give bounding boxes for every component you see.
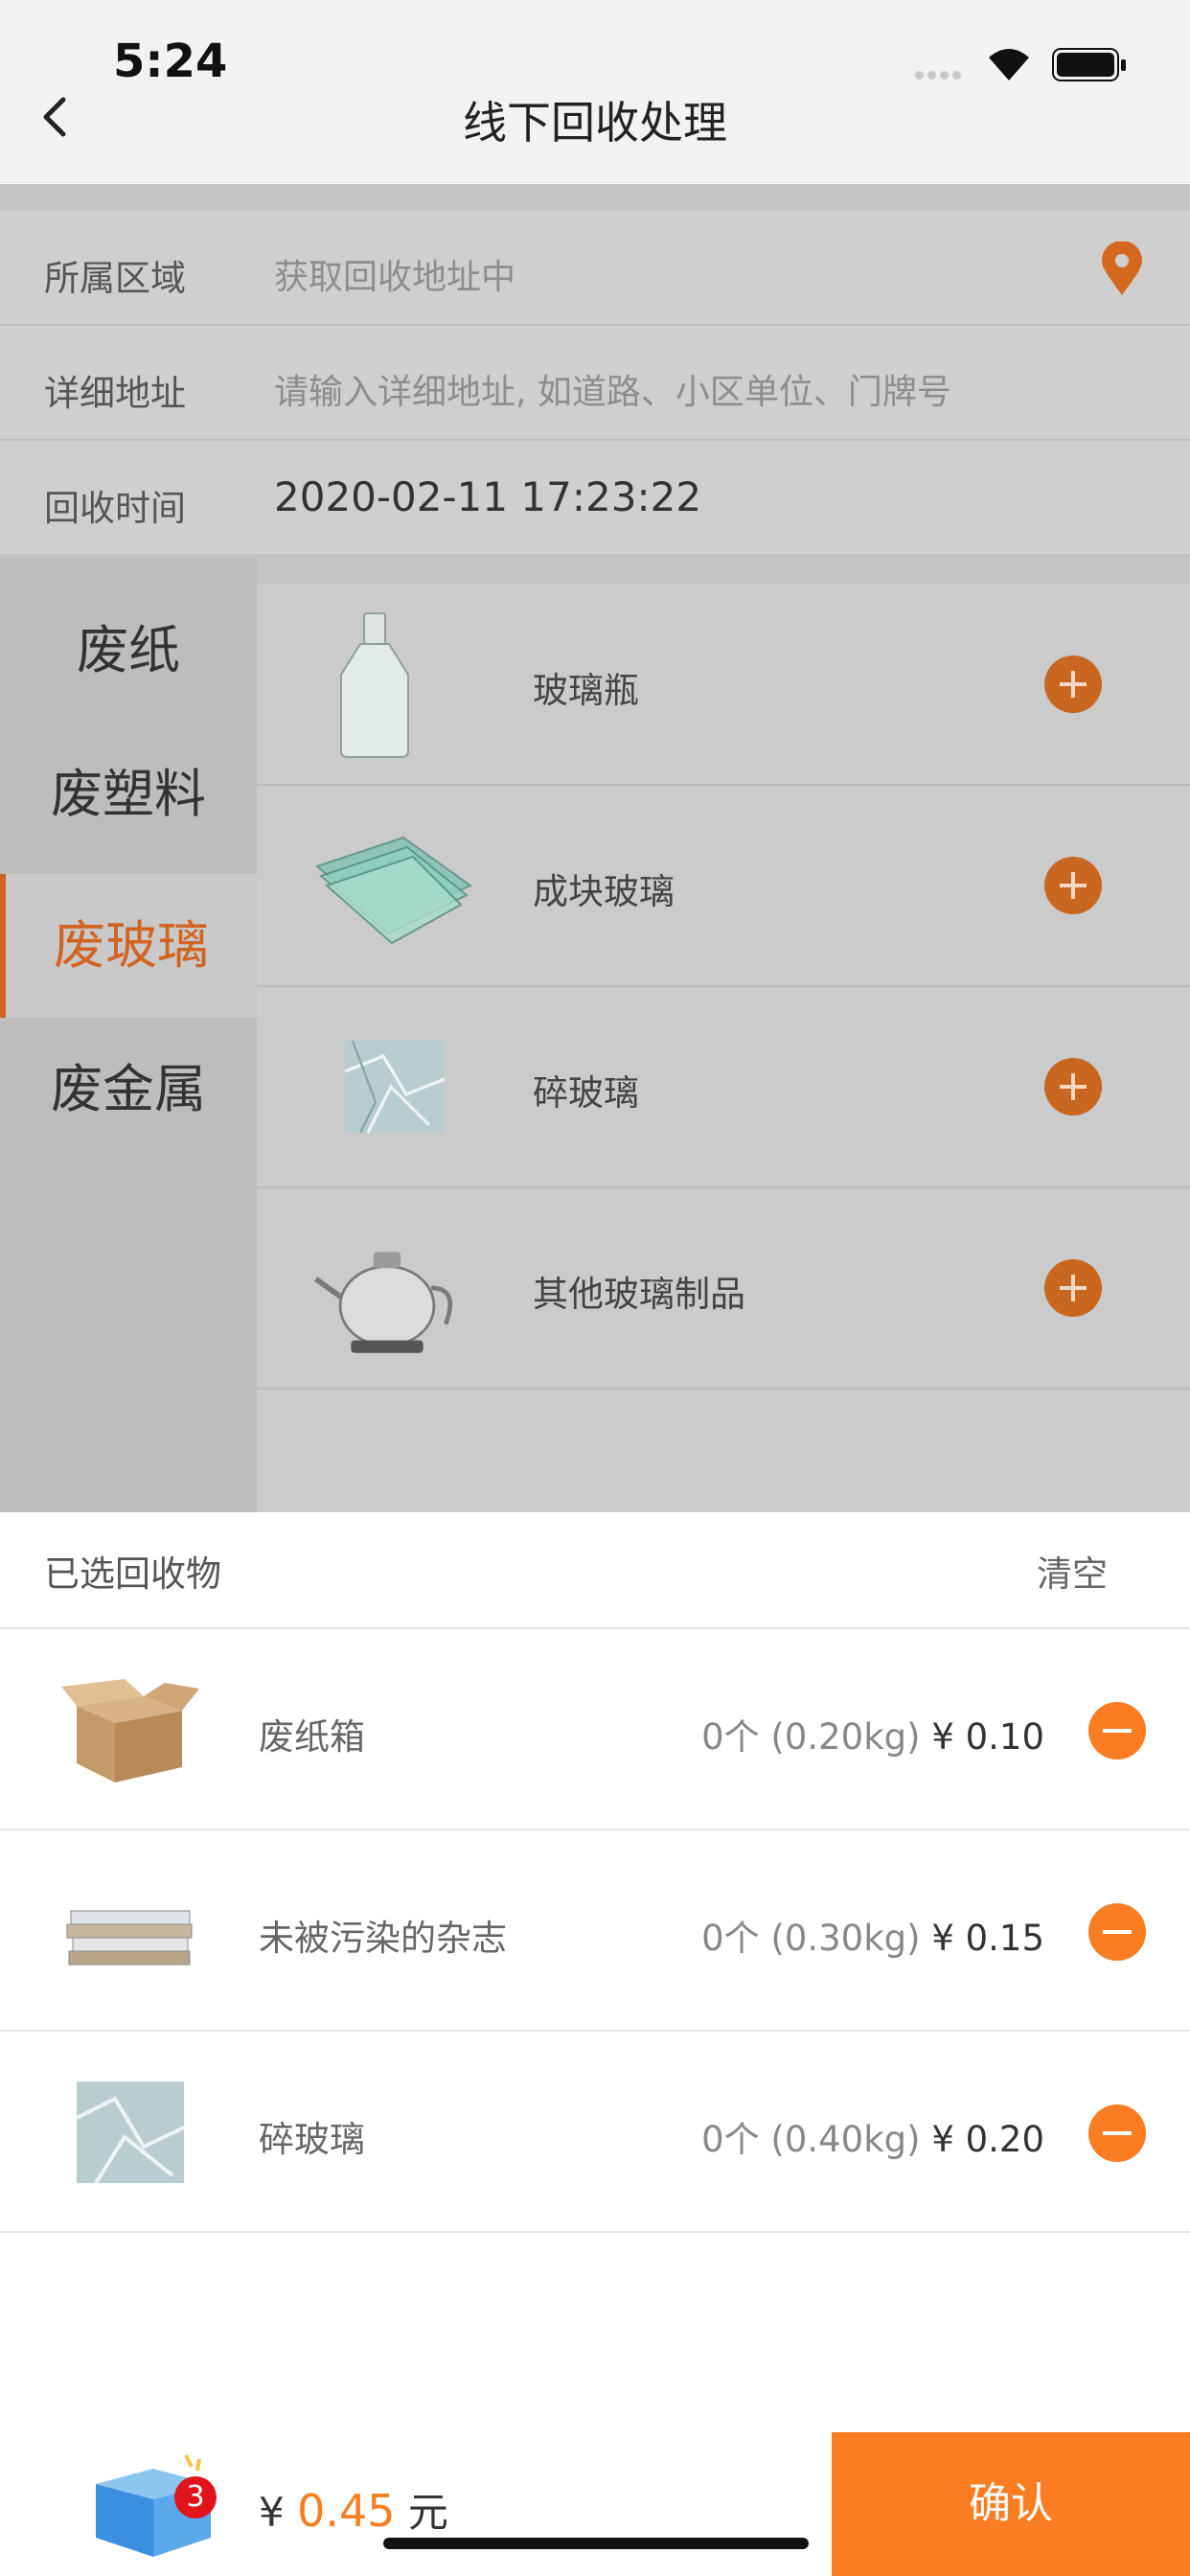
address-input[interactable]: 请输入详细地址, 如道路、小区单位、门牌号 [274,364,951,414]
product-name: 其他玻璃制品 [533,1274,745,1315]
time-value[interactable]: 2020-02-11 17:23:22 [274,473,701,520]
location-pin-icon[interactable] [1100,242,1144,297]
glass-sheets-icon [315,836,473,945]
wifi-icon [989,49,1029,80]
time-row[interactable]: 回收时间 2020-02-11 17:23:22 [0,441,1190,556]
selected-item-quantity: 0个 (0.40kg) ¥ 0.20 [701,2119,1044,2160]
selected-item-row: 未被污染的杂志 0个 (0.30kg) ¥ 0.15 [0,1830,1190,2032]
product-name: 碎玻璃 [533,1072,639,1114]
broken-glass-icon [344,1040,446,1134]
selected-item-quantity: 0个 (0.30kg) ¥ 0.15 [701,1918,1044,1959]
remove-button[interactable] [1088,1702,1146,1760]
selected-item-name: 废纸箱 [259,1716,365,1758]
add-button[interactable] [1044,1259,1102,1317]
total-price: ¥ 0.45 元 [259,2480,448,2539]
product-list: 玻璃瓶 成块玻璃 碎玻璃 其他玻璃制品 [257,585,1190,1512]
product-row: 成块玻璃 [257,786,1190,987]
category-glass[interactable]: 废玻璃 [0,874,257,1018]
category-metal[interactable]: 废金属 [0,1018,257,1162]
cart-count-badge: 3 [174,2476,217,2518]
back-chevron-icon[interactable] [36,88,75,146]
page-title: 线下回收处理 [463,97,727,149]
address-row[interactable]: 详细地址 请输入详细地址, 如道路、小区单位、门牌号 [0,326,1190,441]
category-plastic[interactable]: 废塑料 [0,723,257,866]
remove-button[interactable] [1088,2104,1146,2162]
currency-unit: 元 [407,2489,448,2536]
clear-button[interactable]: 清空 [1037,1545,1108,1597]
address-label: 详细地址 [44,373,186,414]
product-name: 成块玻璃 [533,871,675,912]
selected-item-name: 未被污染的杂志 [259,1918,507,1959]
product-row: 玻璃瓶 [257,585,1190,786]
remove-button[interactable] [1088,1903,1146,1961]
product-row: 其他玻璃制品 [257,1188,1190,1390]
currency-symbol: ¥ [259,2489,285,2536]
cardboard-box-icon [61,1679,199,1782]
glass-bottle-icon [340,612,409,758]
region-value: 获取回收地址中 [274,258,516,297]
category-sidebar: 废纸 废塑料 废玻璃 废金属 [0,558,257,1512]
glass-kettle-icon [314,1252,453,1353]
product-row: 碎玻璃 [257,987,1190,1188]
selected-items-title: 已选回收物 [44,1553,221,1595]
product-name: 玻璃瓶 [533,670,639,711]
magazine-stack-icon [66,1910,193,1966]
selected-item-row: 碎玻璃 0个 (0.40kg) ¥ 0.20 [0,2032,1190,2233]
cellular-signal-icon [915,65,973,80]
home-indicator [383,2538,809,2549]
add-button[interactable] [1044,1058,1102,1116]
total-amount: 0.45 [297,2485,396,2537]
time-label: 回收时间 [44,488,186,529]
battery-icon [1052,48,1126,81]
region-row[interactable]: 所属区域 获取回收地址中 [0,211,1190,326]
add-button[interactable] [1044,857,1102,914]
add-button[interactable] [1044,656,1102,713]
status-time: 5:24 [113,34,228,88]
selected-item-row: 废纸箱 0个 (0.20kg) ¥ 0.10 [0,1629,1190,1830]
category-paper[interactable]: 废纸 [0,579,257,723]
confirm-button[interactable]: 确认 [832,2432,1190,2576]
selected-item-quantity: 0个 (0.20kg) ¥ 0.10 [701,1716,1044,1758]
broken-glass-icon [76,2082,185,2185]
selected-item-name: 碎玻璃 [259,2119,365,2160]
region-label: 所属区域 [44,258,186,299]
